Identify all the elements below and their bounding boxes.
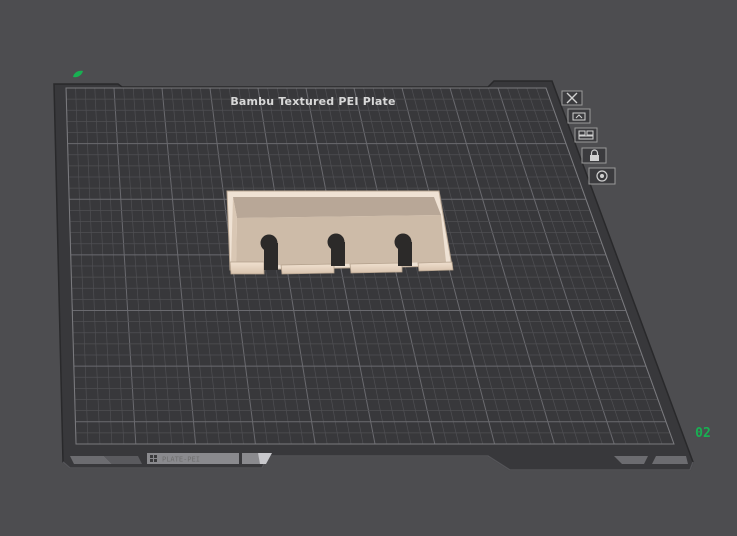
plate-label-text: PLATE-PEI [162, 456, 200, 464]
orient-plate-button[interactable] [567, 108, 591, 124]
delete-plate-button[interactable] [561, 90, 583, 106]
tray-model[interactable] [226, 190, 454, 275]
leaf-icon [73, 70, 83, 78]
plate-label: PLATE-PEI [147, 453, 239, 464]
plate-tab-mid-2 [258, 453, 272, 464]
plate-title: Bambu Textured PEI Plate [230, 95, 395, 108]
3d-viewport[interactable]: PLATE-PEI Bambu Textured PEI Plate 02 [0, 0, 737, 536]
plate-tab-right-2 [652, 456, 688, 464]
lock-plate-button[interactable] [581, 147, 607, 164]
plate-number: 02 [695, 426, 711, 441]
arrange-plate-button[interactable] [574, 127, 598, 143]
plate-settings-button[interactable] [588, 167, 616, 185]
